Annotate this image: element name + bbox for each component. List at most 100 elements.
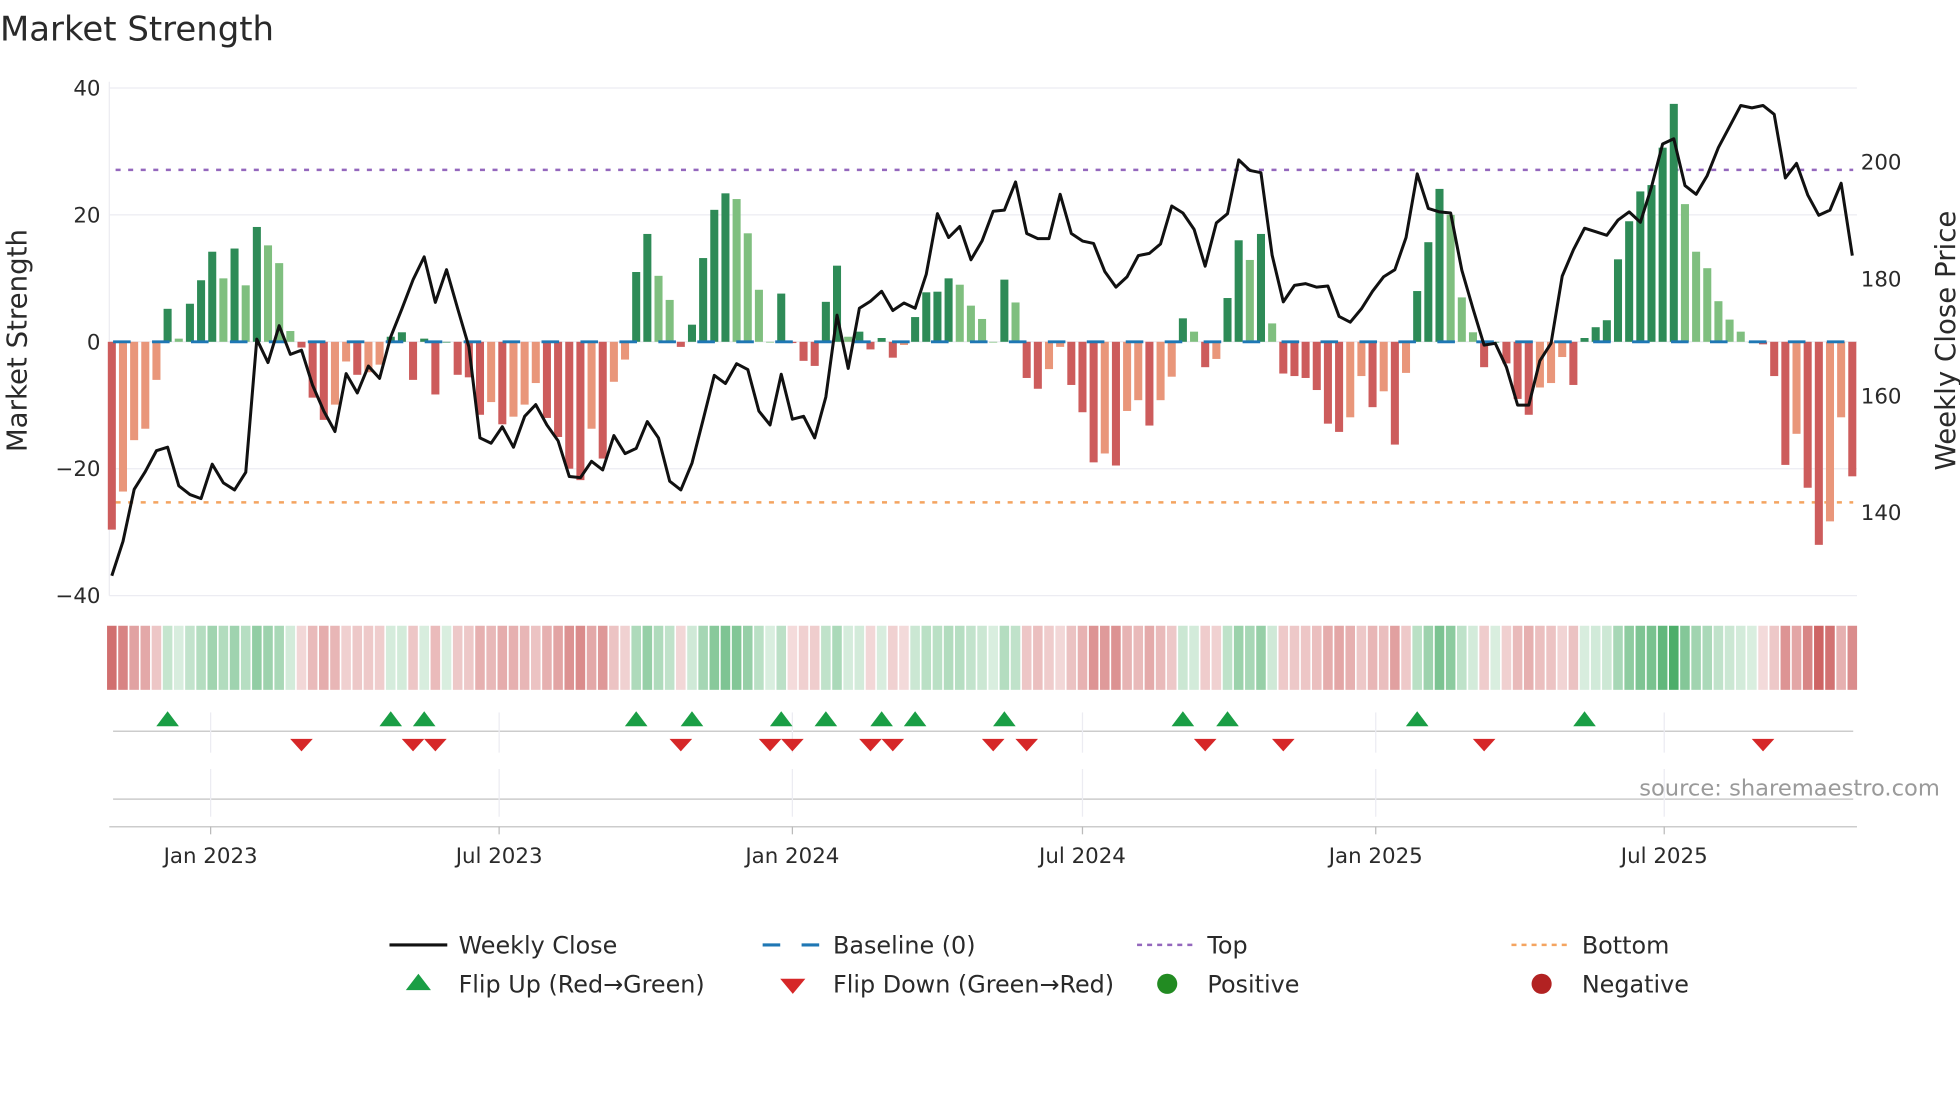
strength-strip-cell: [1434, 625, 1445, 690]
strength-bar: [1100, 341, 1109, 454]
x-tick-label: Jul 2025: [1619, 844, 1708, 869]
strength-strip-cell: [196, 625, 206, 690]
strength-bar: [174, 338, 183, 342]
strength-strip-cell: [252, 625, 262, 690]
strength-bar: [1714, 301, 1723, 342]
strength-strip-cell: [977, 625, 987, 690]
legend-item-weekly-close[interactable]: Weekly Close: [389, 932, 617, 960]
strength-strip-cell: [821, 625, 831, 690]
strength-strip-cell: [1512, 625, 1523, 690]
strength-strip-cell: [1590, 625, 1601, 690]
legend-label: Top: [1206, 932, 1247, 960]
strength-strip-cell: [843, 625, 853, 690]
strength-bar: [1792, 341, 1801, 434]
strength-strip-cell: [1267, 625, 1277, 690]
flip-down-marker: [424, 738, 447, 752]
legend-item-bottom[interactable]: Bottom: [1511, 932, 1669, 960]
strength-strip-cell: [899, 625, 909, 690]
strength-strip-cell: [1501, 625, 1512, 690]
strength-bar: [799, 341, 808, 361]
strength-strip-cell: [910, 625, 920, 690]
strength-bar: [955, 284, 964, 342]
strength-bar: [1234, 240, 1243, 342]
strength-heat-strip: [107, 625, 1858, 690]
strength-bar: [888, 341, 897, 358]
strength-strip-cell: [1088, 625, 1099, 690]
strength-bar: [1803, 341, 1812, 488]
strength-bar: [643, 233, 652, 342]
triangle-up-icon: [405, 973, 431, 991]
strength-strip-cell: [1233, 625, 1244, 690]
x-tick-label: Jan 2024: [743, 844, 839, 869]
strength-strip-cell: [374, 625, 385, 690]
strength-strip-cell: [553, 625, 563, 690]
strength-strip-cell: [218, 625, 229, 690]
strength-strip-cell: [363, 625, 374, 690]
strength-strip-cell: [397, 625, 407, 690]
strength-strip-cell: [1256, 625, 1266, 690]
strength-strip-cell: [151, 625, 162, 690]
strength-strip-cell: [720, 625, 731, 690]
flip-down-marker: [1271, 738, 1295, 752]
strength-strip-cell: [1691, 625, 1701, 690]
strength-strip-cell: [687, 625, 697, 690]
strength-bar: [1457, 297, 1466, 342]
strength-bar: [1078, 341, 1087, 413]
strength-strip-cell: [1713, 625, 1724, 690]
strength-strip-cell: [1747, 625, 1757, 690]
flip-down-marker: [1472, 738, 1496, 752]
strength-bar: [509, 341, 518, 417]
strength-bar: [1658, 147, 1667, 342]
legend-item-positive[interactable]: Positive: [1157, 971, 1299, 999]
strength-bar: [777, 293, 786, 342]
strength-bar: [1279, 341, 1288, 374]
strength-bar: [1223, 298, 1232, 342]
strength-strip-cell: [1278, 625, 1289, 690]
legend-item-flip-up[interactable]: Flip Up (Red→Green): [405, 971, 705, 999]
legend-item-flip-down[interactable]: Flip Down (Green→Red): [780, 971, 1114, 999]
strength-bar: [1692, 251, 1701, 342]
strength-strip-cell: [1457, 625, 1467, 690]
legend-label: Negative: [1582, 971, 1689, 999]
legend-item-top[interactable]: Top: [1137, 932, 1248, 960]
strength-strip-cell: [1289, 625, 1300, 690]
strength-strip-cell: [1523, 625, 1534, 690]
flip-up-marker: [680, 711, 704, 727]
strength-bar: [1134, 341, 1143, 401]
strength-strip-cell: [464, 625, 474, 690]
strength-bar: [1703, 268, 1712, 342]
y-tick-label: −40: [55, 584, 100, 609]
strength-bar: [330, 341, 339, 405]
strength-strip-cell: [1568, 625, 1579, 690]
strength-bar: [1201, 341, 1210, 368]
legend-item-negative[interactable]: Negative: [1531, 971, 1689, 999]
strength-strip-cell: [452, 625, 463, 690]
strength-bar: [1647, 185, 1656, 342]
strength-strip-cell: [698, 625, 708, 690]
strength-strip-cell: [575, 625, 586, 690]
strength-strip-cell: [798, 625, 809, 690]
strength-bar: [286, 331, 295, 342]
flip-down-marker: [1193, 738, 1217, 752]
strength-strip-cell: [932, 625, 943, 690]
strength-strip-cell: [274, 625, 284, 690]
strength-bar: [766, 341, 775, 343]
flip-down-marker: [859, 738, 882, 752]
strength-strip-cell: [207, 625, 218, 690]
strength-bar: [966, 305, 975, 342]
strength-bar: [576, 341, 585, 481]
strength-bar: [375, 341, 384, 365]
legend-label: Positive: [1207, 971, 1299, 999]
strength-bar: [1379, 341, 1388, 392]
strength-strip-cell: [1613, 625, 1623, 690]
flip-up-marker: [156, 711, 179, 727]
flip-down-marker: [1015, 738, 1038, 752]
legend-label: Weekly Close: [459, 932, 618, 960]
strength-bar: [1390, 341, 1399, 445]
legend-item-baseline[interactable]: Baseline (0): [762, 932, 976, 960]
strength-bar: [1468, 332, 1477, 342]
strength-bar: [1602, 320, 1611, 342]
strength-strip-cell: [1077, 625, 1088, 690]
strength-bar: [1814, 341, 1823, 545]
strength-bar: [1301, 341, 1310, 378]
